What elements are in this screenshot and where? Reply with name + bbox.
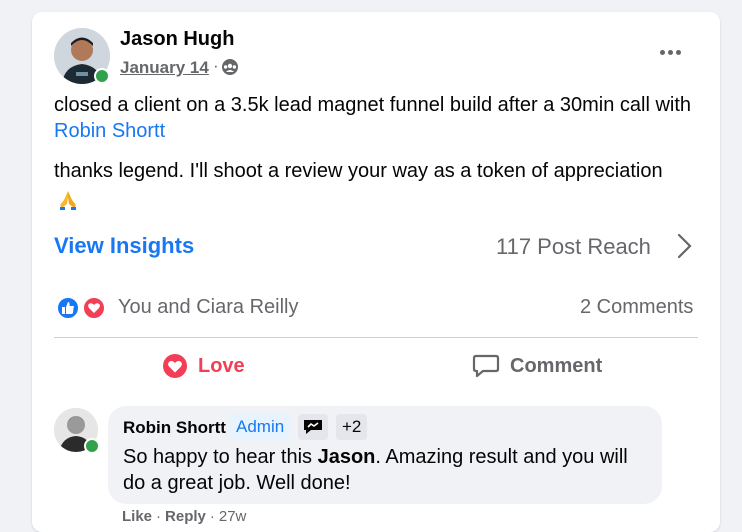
comment-button[interactable]: Comment [472, 350, 602, 382]
love-button[interactable]: Love [162, 350, 245, 382]
commenter-avatar[interactable] [54, 408, 100, 454]
comment-action-separator: · [156, 508, 162, 525]
love-reaction-icon[interactable] [82, 296, 106, 320]
comment-count-link[interactable]: 2 Comments [580, 296, 693, 319]
comment-action-separator: · [209, 508, 215, 525]
post-date-link[interactable]: January 14 [120, 58, 209, 78]
more-badges-count[interactable]: +2 [336, 414, 368, 440]
post-body-paragraph-2: thanks legend. I'll shoot a review your … [54, 160, 663, 182]
post-body-text: closed a client on a 3.5k lead magnet fu… [54, 94, 692, 116]
comment-bubble: Robin Shortt Admin +2 So happy to hear t… [108, 406, 662, 504]
author-avatar[interactable] [54, 28, 110, 84]
online-status-dot [84, 438, 100, 454]
more-dot-icon [659, 49, 665, 55]
post-body-paragraph: closed a client on a 3.5k lead magnet fu… [54, 92, 704, 144]
comment-text-start: So happy to hear this [123, 446, 318, 468]
group-privacy-icon [221, 58, 239, 76]
comment-timestamp[interactable]: 27w [219, 508, 247, 525]
love-label: Love [198, 354, 245, 377]
comment-actions: Like · Reply · 27w [122, 508, 246, 525]
comment-like-link[interactable]: Like [122, 508, 152, 525]
reactors-summary[interactable]: You and Ciara Reilly [118, 296, 298, 319]
post-reach-count[interactable]: 117 Post Reach [496, 234, 651, 260]
date-separator: · [213, 56, 219, 75]
more-dot-icon [667, 49, 673, 55]
comment-author-name[interactable]: Robin Shortt [123, 418, 226, 438]
admin-badge[interactable]: Admin [230, 414, 291, 440]
comment-reply-link[interactable]: Reply [165, 508, 206, 525]
comment-icon [472, 354, 500, 378]
mention-link[interactable]: Robin Shortt [54, 120, 165, 142]
divider [54, 337, 698, 338]
post-author-name[interactable]: Jason Hugh [120, 28, 234, 51]
comment-label: Comment [510, 354, 603, 377]
view-insights-link[interactable]: View Insights [54, 233, 194, 259]
love-icon [163, 354, 187, 378]
comment-text: So happy to hear this Jason. Amazing res… [123, 444, 653, 496]
chevron-right-icon[interactable] [676, 231, 694, 261]
comment-text-bold: Jason [317, 446, 376, 468]
post-card: Jason Hugh January 14 · closed a client … [32, 12, 720, 532]
like-reaction-icon[interactable] [56, 296, 80, 320]
online-status-dot [94, 68, 110, 84]
more-dot-icon [675, 49, 681, 55]
folded-hands-emoji-icon [56, 188, 80, 212]
conversation-starter-badge-icon[interactable] [298, 414, 328, 440]
more-options-button[interactable] [650, 40, 690, 64]
